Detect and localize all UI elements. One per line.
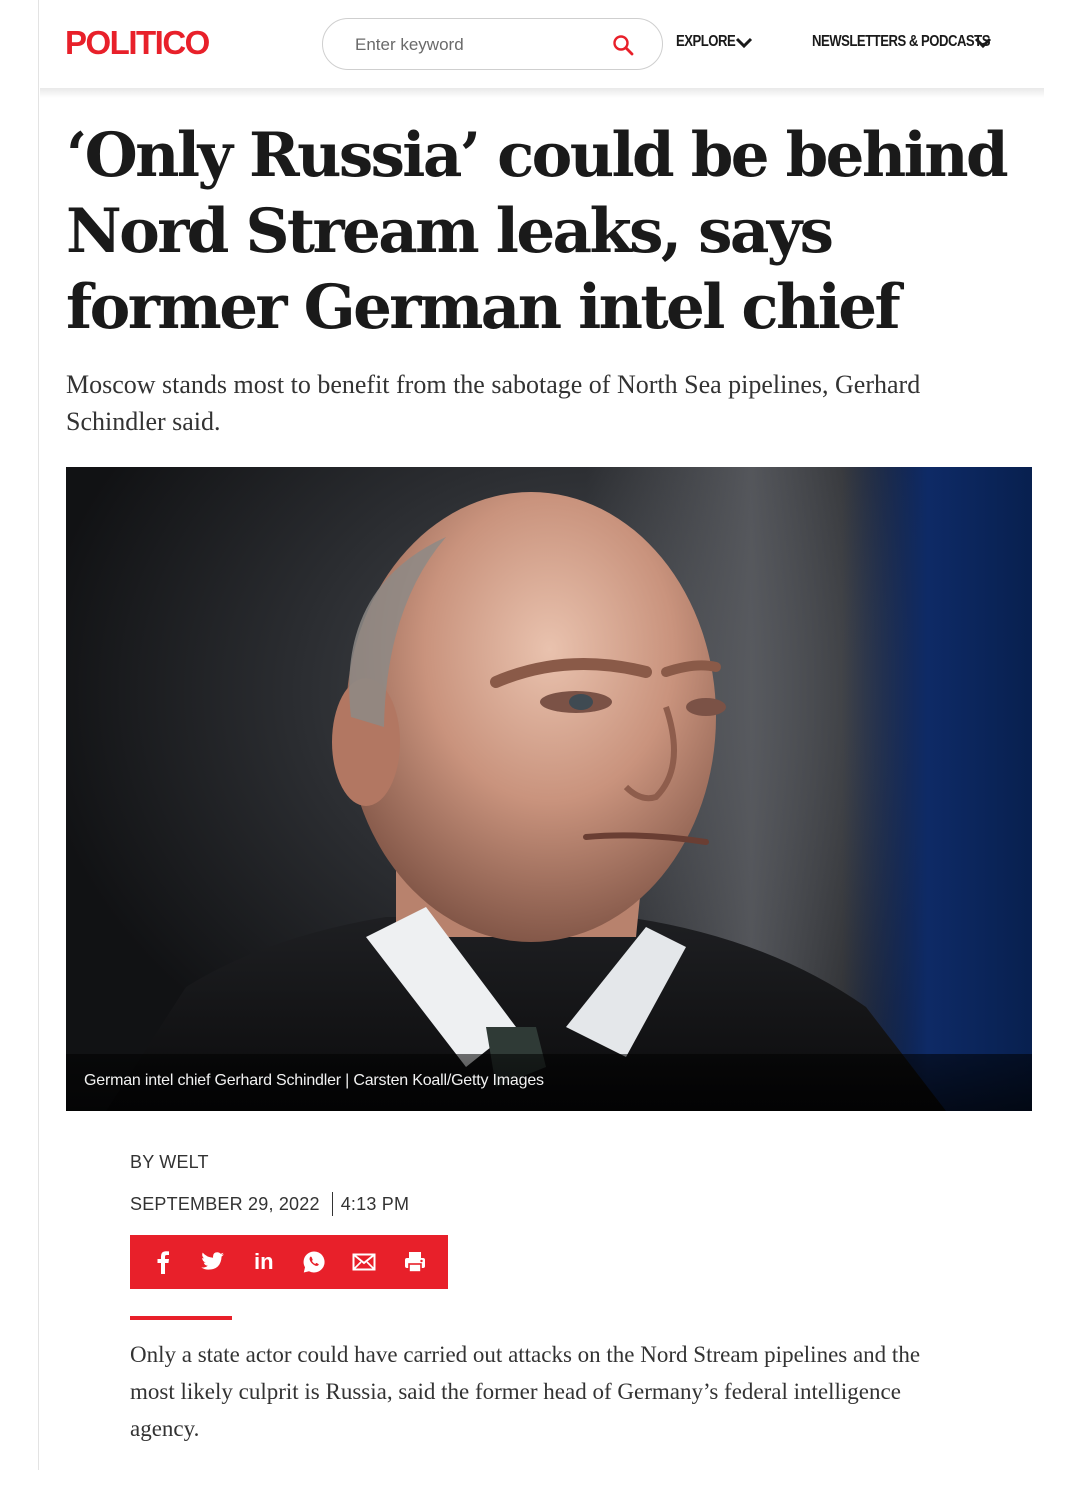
page-left-border [38, 0, 39, 1470]
email-icon [352, 1253, 376, 1271]
article-photo[interactable]: German intel chief Gerhard Schindler | C… [66, 467, 1032, 1111]
chevron-down-icon[interactable] [974, 36, 992, 50]
dateline: SEPTEMBER 29, 2022 4:13 PM [130, 1192, 409, 1216]
portrait-figure [106, 492, 946, 1111]
share-whatsapp-button[interactable] [294, 1242, 334, 1282]
publish-time: 4:13 PM [340, 1194, 410, 1214]
section-divider [130, 1316, 232, 1320]
facebook-icon [157, 1251, 170, 1274]
article-subheadline: Moscow stands most to benefit from the s… [66, 370, 921, 436]
byline[interactable]: BY WELT [130, 1152, 209, 1173]
article-body-paragraph: Only a state actor could have carried ou… [130, 1342, 921, 1441]
search-input[interactable] [355, 32, 605, 58]
print-icon [404, 1252, 425, 1273]
share-bar: in [130, 1235, 448, 1289]
chevron-down-icon[interactable] [735, 36, 753, 50]
search-box [322, 18, 663, 70]
site-header: POLITICO EXPLORE NEWSLETTERS & PODCASTS [40, 0, 1044, 92]
share-email-button[interactable] [344, 1242, 384, 1282]
twitter-icon [201, 1252, 225, 1270]
politico-logo[interactable]: POLITICO [65, 24, 210, 62]
header-divider [40, 88, 1044, 98]
search-icon[interactable] [611, 33, 635, 57]
share-print-button[interactable] [395, 1242, 435, 1282]
nav-explore[interactable]: EXPLORE [676, 33, 736, 51]
linkedin-icon: in [254, 1249, 274, 1274]
share-twitter-button[interactable] [193, 1242, 233, 1282]
article-headline: ‘Only Russia’ could be behind Nord Strea… [66, 120, 1009, 343]
photo-caption-bar: German intel chief Gerhard Schindler | C… [66, 1054, 1032, 1111]
share-linkedin-button[interactable]: in [244, 1242, 284, 1282]
photo-caption: German intel chief Gerhard Schindler | C… [84, 1072, 544, 1089]
nav-newsletters-podcasts[interactable]: NEWSLETTERS & PODCASTS [812, 33, 990, 51]
date-time-separator [331, 1192, 333, 1216]
whatsapp-icon [303, 1251, 325, 1273]
publish-date: SEPTEMBER 29, 2022 [130, 1194, 320, 1214]
share-facebook-button[interactable] [143, 1242, 183, 1282]
